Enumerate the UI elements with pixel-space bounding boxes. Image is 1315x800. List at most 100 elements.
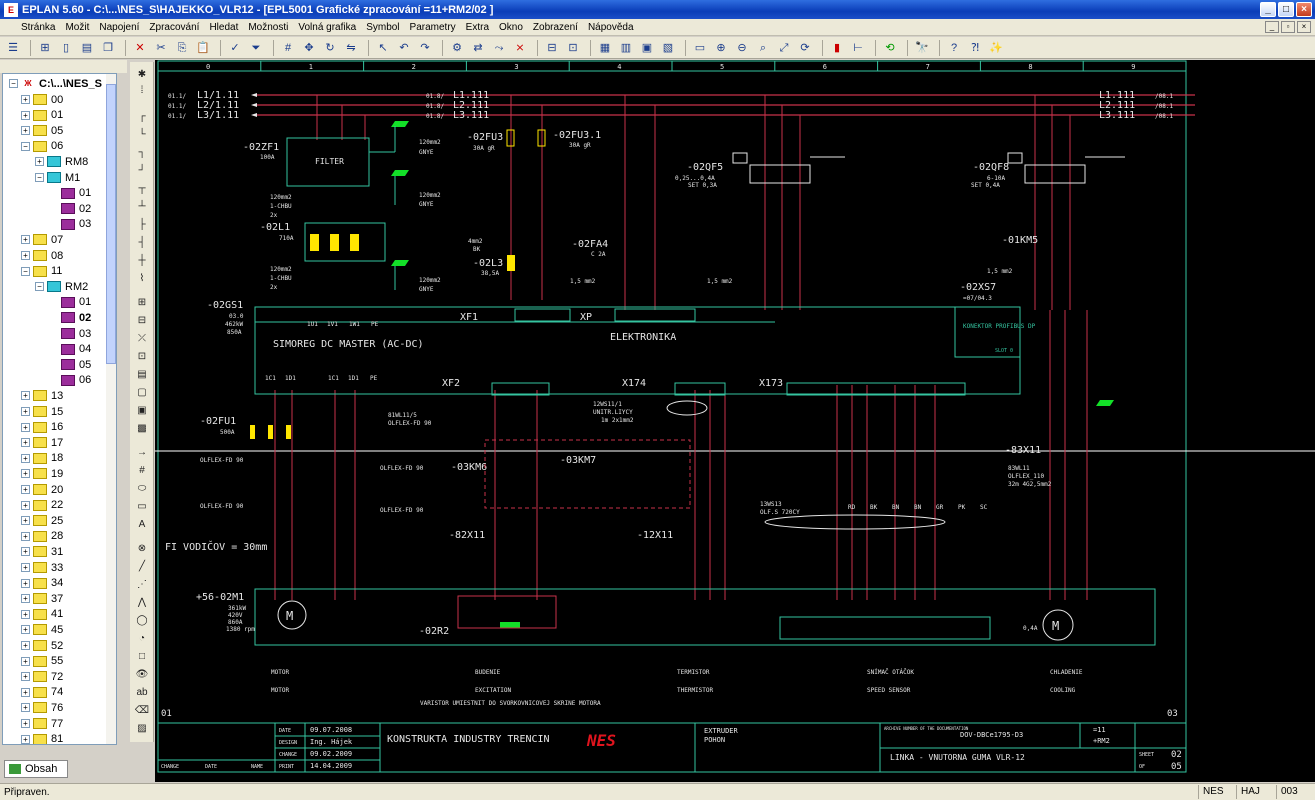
expand-icon[interactable]: + <box>21 391 30 401</box>
cable-icon[interactable]: ⊟ <box>543 39 561 57</box>
tree-node[interactable]: +55 <box>21 654 63 669</box>
terminal-tool-icon[interactable]: ⊞ <box>133 296 151 310</box>
potential-icon[interactable]: ⊡ <box>133 350 151 364</box>
menu-item-11[interactable]: Zobrazení <box>528 22 583 33</box>
delete-page-icon[interactable]: ✕ <box>131 39 149 57</box>
interrupt-icon[interactable]: ⤫ <box>133 332 151 346</box>
collapse-icon[interactable]: − <box>9 79 18 88</box>
tree-node[interactable]: +34 <box>21 576 63 591</box>
plc-icon[interactable]: ▦ <box>596 39 614 57</box>
blackbox-icon[interactable]: ▢ <box>133 386 151 400</box>
menu-item-6[interactable]: Volná grafika <box>293 22 361 33</box>
tree-node[interactable]: +19 <box>21 466 63 481</box>
tree-node[interactable]: +18 <box>21 451 63 466</box>
structure-icon[interactable]: ▩ <box>133 422 151 436</box>
expand-icon[interactable]: + <box>21 516 30 526</box>
tree-node[interactable]: 02 <box>49 201 91 216</box>
picture-icon[interactable]: ▨ <box>133 722 151 736</box>
tree-node[interactable]: +05 <box>21 123 63 138</box>
corner-br-icon[interactable]: ┘ <box>133 164 151 178</box>
eraser-icon[interactable]: ⌫ <box>133 704 151 718</box>
menu-item-4[interactable]: Hledat <box>204 22 243 33</box>
menu-item-10[interactable]: Okno <box>494 22 528 33</box>
expand-icon[interactable]: + <box>21 485 30 494</box>
mirror-icon[interactable]: ⇋ <box>342 39 360 57</box>
corner-tl-icon[interactable]: ┌ <box>133 110 151 124</box>
ab-text-icon[interactable]: ab <box>133 686 151 700</box>
expand-icon[interactable]: + <box>21 126 30 136</box>
redo-icon[interactable]: ↷ <box>416 39 434 57</box>
tree-node[interactable]: +52 <box>21 638 63 653</box>
project-tree[interactable]: − Ж C:\...\NES_S +00 +01 +05−06 + RM8− M1 01 02… <box>2 73 117 745</box>
expand-icon[interactable]: + <box>21 672 30 682</box>
device-icon[interactable]: ▧ <box>659 39 677 57</box>
rectangle-icon[interactable]: □ <box>133 650 151 664</box>
copy-icon[interactable]: ⎘ <box>173 39 191 57</box>
tree-node[interactable]: + RM8 <box>35 154 88 169</box>
tree-node[interactable]: +22 <box>21 498 63 513</box>
check-icon[interactable]: ✓ <box>226 39 244 57</box>
expand-icon[interactable]: + <box>21 547 30 557</box>
expand-icon[interactable]: + <box>21 407 30 416</box>
pointer-icon[interactable]: ↖ <box>374 39 392 57</box>
expand-icon[interactable]: + <box>21 641 30 650</box>
expand-icon[interactable]: + <box>21 422 30 432</box>
expand-icon[interactable]: + <box>21 438 30 448</box>
plc-tool-icon[interactable]: ▣ <box>133 404 151 418</box>
paste-icon[interactable]: 📋 <box>194 39 212 57</box>
tree-node[interactable]: +33 <box>21 560 63 575</box>
expand-icon[interactable]: + <box>21 500 30 510</box>
tree-node[interactable]: +28 <box>21 529 63 544</box>
tree-node[interactable]: 01 <box>49 295 91 310</box>
break-icon[interactable]: ⨯ <box>511 39 529 57</box>
tree-node[interactable]: 04 <box>49 342 91 357</box>
tree-node[interactable]: +76 <box>21 700 63 715</box>
mdi-close-button[interactable]: × <box>1297 21 1311 33</box>
tree-icon[interactable]: ⊞ <box>36 39 54 57</box>
expand-icon[interactable]: + <box>21 578 30 588</box>
help-icon[interactable]: ? <box>945 39 963 57</box>
expand-icon[interactable]: + <box>21 656 30 666</box>
expand-icon[interactable]: + <box>21 251 30 260</box>
symbol-icon[interactable]: ⚙ <box>448 39 466 57</box>
select-icon[interactable]: ✱ <box>133 68 151 82</box>
move-icon[interactable]: ✥ <box>300 39 318 57</box>
collapse-icon[interactable]: − <box>35 173 44 182</box>
tree-node[interactable]: − M1 <box>35 170 80 185</box>
arrow-right-icon[interactable]: → <box>133 446 151 460</box>
image-icon[interactable]: ▭ <box>133 500 151 514</box>
text-icon[interactable]: A <box>133 518 151 532</box>
menu-item-1[interactable]: Možit <box>60 22 94 33</box>
tree-node[interactable]: +15 <box>21 404 63 419</box>
tree-node[interactable]: 05 <box>49 357 91 372</box>
tree-node[interactable]: − RM2 <box>35 279 88 294</box>
expand-icon[interactable]: + <box>21 531 30 541</box>
expand-icon[interactable]: + <box>21 734 30 744</box>
expand-icon[interactable]: + <box>21 110 30 120</box>
find-icon[interactable]: 🔭 <box>913 39 931 57</box>
tree-node[interactable]: 01 <box>49 186 91 201</box>
tree-node[interactable]: +01 <box>21 108 63 123</box>
t-right-icon[interactable]: ├ <box>133 218 151 232</box>
eplan-app-icon[interactable]: E <box>4 2 18 17</box>
tree-node[interactable]: +74 <box>21 685 63 700</box>
expand-icon[interactable]: + <box>21 609 30 619</box>
polyline-icon[interactable]: ⋰ <box>133 578 151 592</box>
bus-icon[interactable]: ▥ <box>617 39 635 57</box>
tree-node[interactable]: +81 <box>21 732 63 744</box>
tree-node[interactable]: +13 <box>21 388 63 403</box>
expand-icon[interactable]: + <box>21 594 30 604</box>
schematic-canvas[interactable]: 0123456789 01.1/ 01.1/ 01.1/ L1/1.11 L2/… <box>155 60 1315 782</box>
mdi-restore-button[interactable]: ▫ <box>1281 21 1295 33</box>
grid-icon[interactable]: # <box>279 39 297 57</box>
tree-node[interactable]: +72 <box>21 669 63 684</box>
tree-node[interactable]: 03 <box>49 217 91 232</box>
zoom-window-icon[interactable]: ⌕ <box>754 39 772 57</box>
expand-icon[interactable]: + <box>21 453 30 463</box>
tree-node[interactable]: 03 <box>49 326 91 341</box>
menu-item-8[interactable]: Parametry <box>405 22 461 33</box>
expand-icon[interactable]: + <box>35 157 44 167</box>
context-help-icon[interactable]: ⁈ <box>966 39 984 57</box>
arc-icon[interactable]: ◔ <box>133 632 151 646</box>
tree-node[interactable]: +41 <box>21 607 63 622</box>
